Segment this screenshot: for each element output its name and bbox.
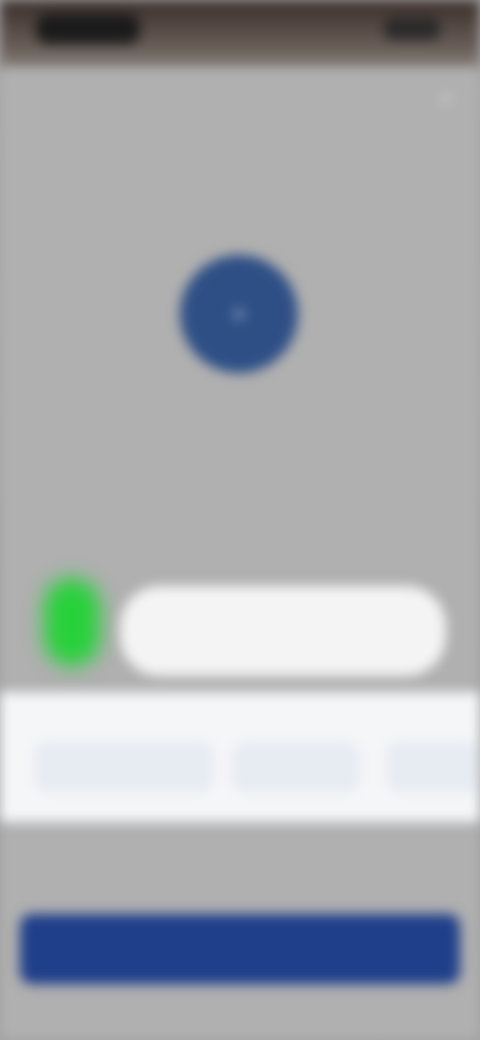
chip[interactable] [386, 742, 480, 792]
assistant-indicator[interactable] [44, 578, 100, 666]
app-screen: ✕ + [0, 0, 480, 1040]
chip[interactable] [232, 742, 360, 792]
status-icons [384, 18, 440, 40]
bottom-sheet [0, 692, 480, 822]
status-bar [0, 0, 480, 70]
assistant-bubble[interactable] [120, 586, 446, 676]
avatar-caption [150, 408, 330, 430]
primary-button[interactable] [20, 914, 460, 984]
plus-icon: + [231, 299, 247, 329]
main-card [0, 70, 480, 1040]
chip[interactable] [34, 742, 214, 792]
status-time [36, 14, 140, 44]
close-icon[interactable]: ✕ [432, 86, 460, 114]
avatar[interactable]: + [180, 255, 298, 373]
